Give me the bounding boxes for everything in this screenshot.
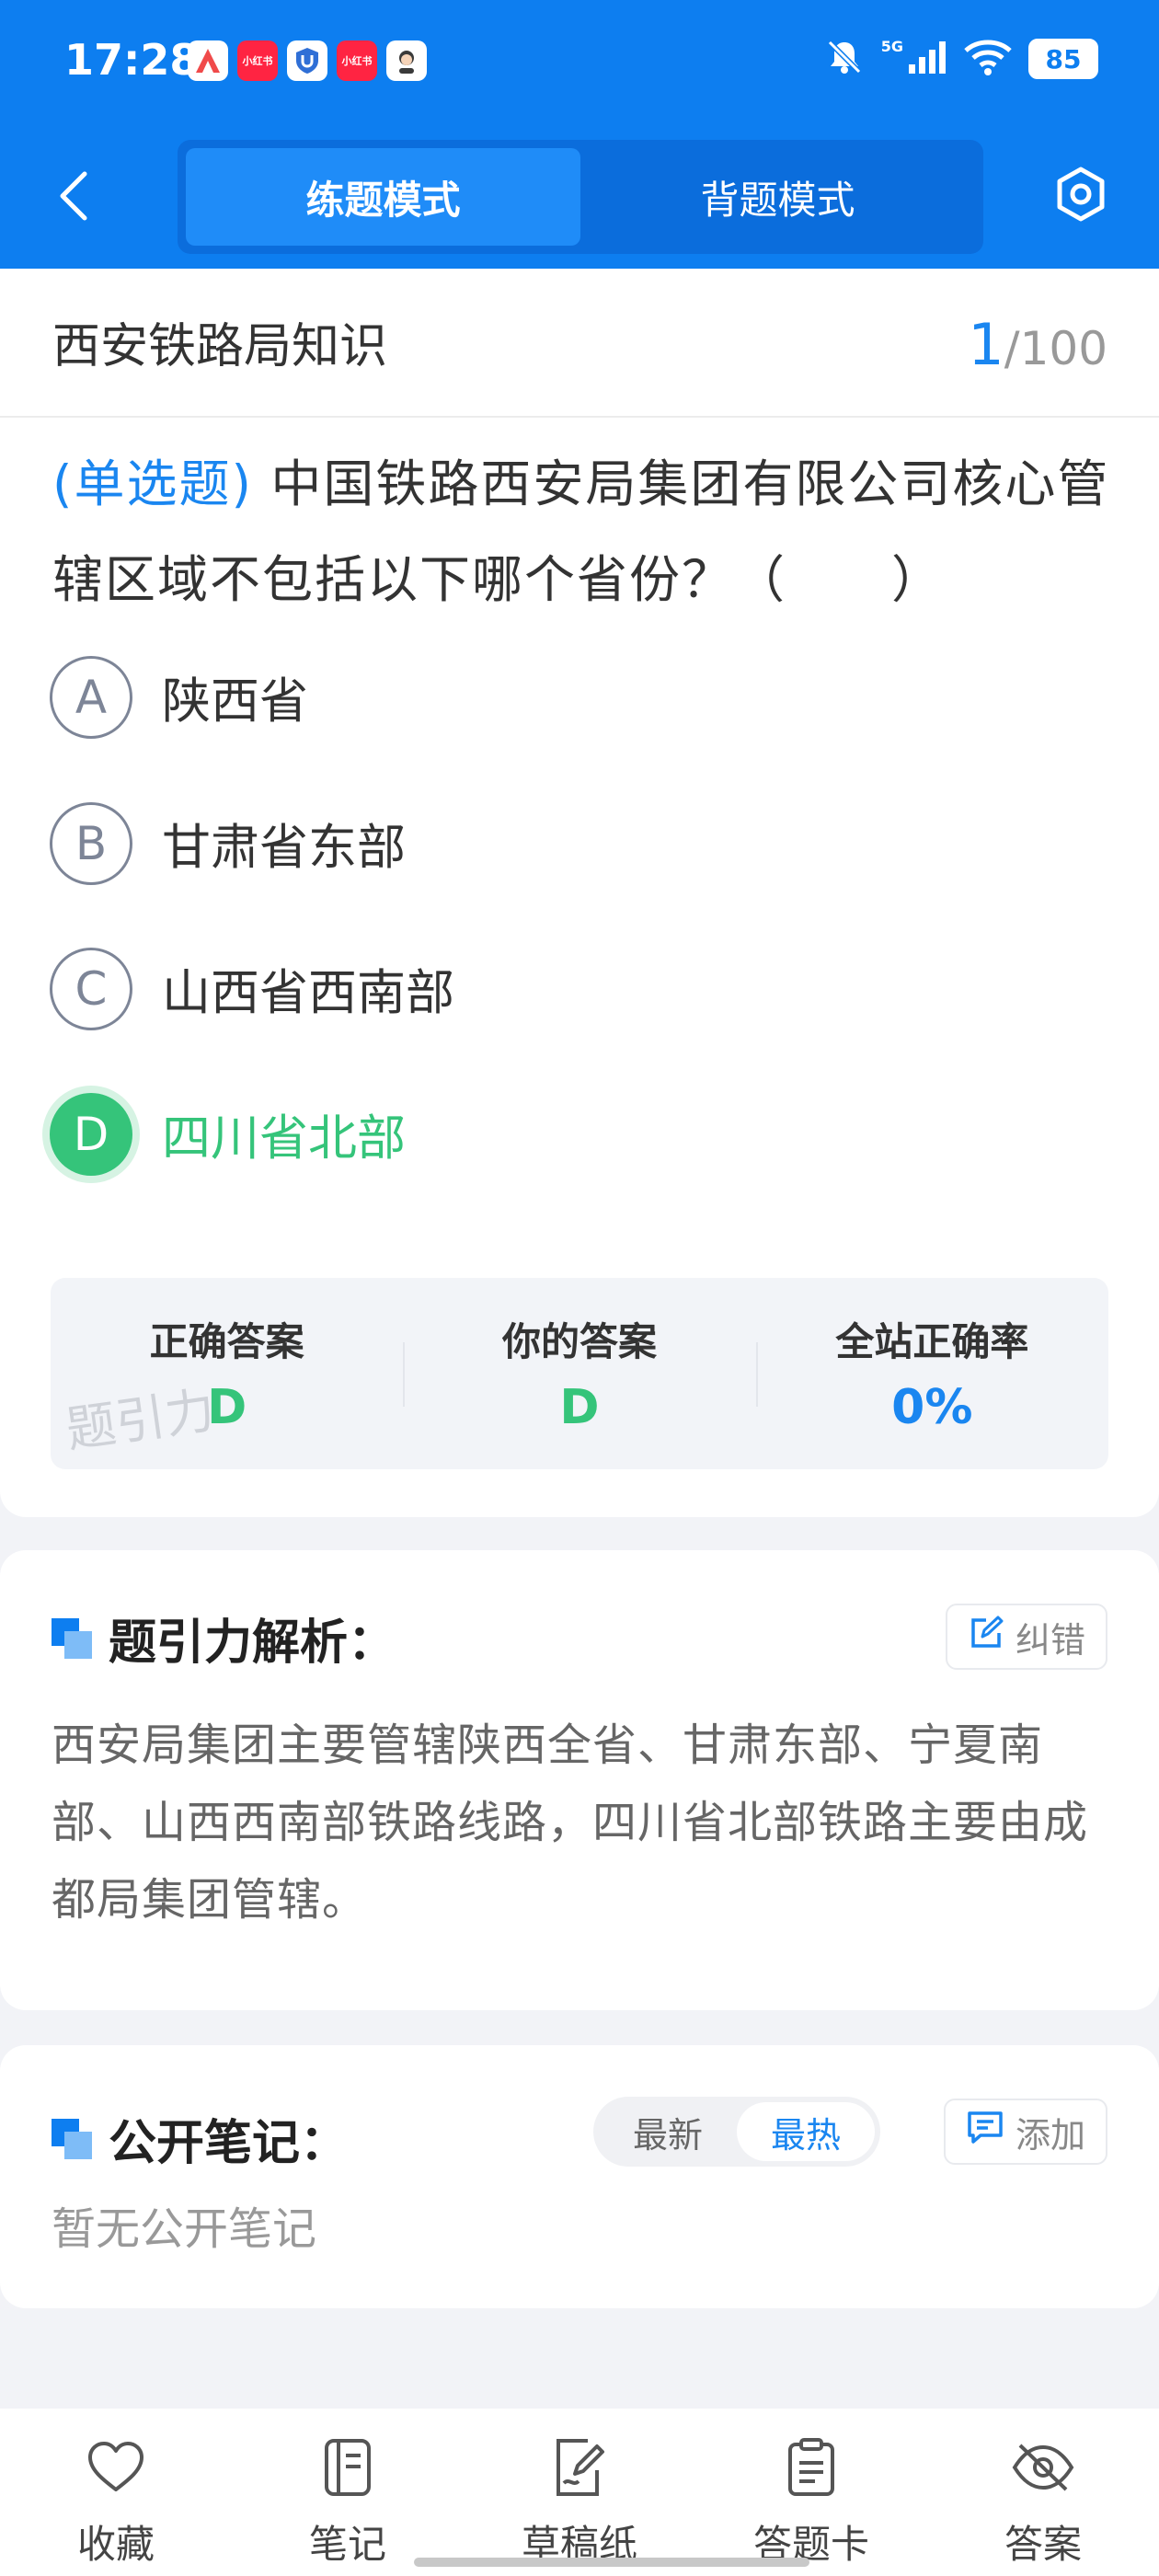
your-answer-col: 你的答案 D bbox=[403, 1278, 755, 1469]
avatar-app-icon bbox=[386, 40, 427, 81]
signal-icon bbox=[907, 39, 947, 79]
question-bank-title: 西安铁路局知识 bbox=[52, 319, 388, 374]
sort-hottest[interactable]: 最热 bbox=[737, 2102, 875, 2161]
option-letter: D bbox=[50, 1093, 132, 1176]
notes-sort-toggle: 最新 最热 bbox=[593, 2097, 880, 2167]
analysis-title: 题引力解析： bbox=[109, 1616, 396, 1671]
analysis-text: 西安局集团主要管辖陕西全省、甘肃东部、宁夏南部、山西西南部铁路线路，四川省北部铁… bbox=[52, 1719, 1089, 1926]
accuracy-label: 全站正确率 bbox=[835, 1319, 1029, 1364]
top-bar: 17:28 小红书 小红书 5G 85 练题模式 背题模式 bbox=[0, 0, 1159, 269]
sort-latest[interactable]: 最新 bbox=[599, 2102, 737, 2161]
question-progress: 1/100 bbox=[968, 311, 1107, 378]
analysis-header: 题引力解析： bbox=[52, 1604, 396, 1673]
shield-u-icon bbox=[287, 40, 327, 81]
option-letter: C bbox=[50, 948, 132, 1030]
nav-label: 答案 bbox=[1004, 2522, 1082, 2567]
nav-favorite[interactable]: 收藏 bbox=[0, 2409, 232, 2576]
home-indicator bbox=[414, 2558, 809, 2567]
option-text: 甘肃省东部 bbox=[162, 820, 406, 876]
bottom-nav: 收藏 笔记 草稿纸 答题卡 答案 bbox=[0, 2409, 1159, 2576]
nav-notes[interactable]: 笔记 bbox=[232, 2409, 464, 2576]
answer-summary: 正确答案 D 题引力 你的答案 D 全站正确率 0% bbox=[51, 1278, 1108, 1469]
report-error-button[interactable]: 纠错 bbox=[945, 1604, 1107, 1670]
correct-answer-col: 正确答案 D 题引力 bbox=[51, 1278, 403, 1469]
empty-notes-text: 暂无公开笔记 bbox=[52, 2203, 317, 2255]
wifi-icon bbox=[964, 39, 1012, 79]
correct-answer-label: 正确答案 bbox=[149, 1319, 304, 1364]
mute-icon bbox=[824, 37, 865, 81]
analysis-card: 题引力解析： 纠错 西安局集团主要管辖陕西全省、甘肃东部、宁夏南部、山西西南部铁… bbox=[0, 1550, 1159, 2010]
divider bbox=[0, 416, 1159, 418]
eye-off-icon bbox=[1010, 2434, 1076, 2501]
option-c[interactable]: C 山西省西南部 bbox=[50, 948, 454, 1030]
nav-label: 收藏 bbox=[76, 2522, 155, 2567]
option-text: 山西省西南部 bbox=[162, 965, 454, 1021]
accuracy-value: 0% bbox=[891, 1380, 973, 1435]
total-questions: /100 bbox=[1004, 322, 1107, 375]
answer-sheet-icon bbox=[778, 2434, 844, 2501]
status-time: 17:28 bbox=[64, 35, 200, 85]
nav-label: 笔记 bbox=[308, 2522, 386, 2567]
question-text: (单选题) 中国铁路西安局集团有限公司核心管辖区域不包括以下哪个省份？（ ） bbox=[52, 436, 1110, 627]
comment-icon bbox=[966, 2110, 1004, 2155]
notebook-icon bbox=[315, 2434, 381, 2501]
option-a[interactable]: A 陕西省 bbox=[50, 656, 308, 739]
heart-icon bbox=[83, 2434, 149, 2501]
gear-icon bbox=[1051, 165, 1110, 227]
option-text: 四川省北部 bbox=[162, 1110, 406, 1167]
accuracy-col: 全站正确率 0% bbox=[755, 1278, 1108, 1469]
tab-memorize-mode[interactable]: 背题模式 bbox=[580, 148, 975, 246]
your-answer-label: 你的答案 bbox=[501, 1319, 657, 1364]
network-type: 5G bbox=[880, 37, 903, 55]
status-right: 5G 85 bbox=[824, 37, 1098, 81]
back-button[interactable] bbox=[46, 166, 101, 230]
report-error-label: 纠错 bbox=[1015, 1619, 1085, 1661]
chevron-left-icon bbox=[57, 170, 90, 225]
add-note-button[interactable]: 添加 bbox=[943, 2099, 1107, 2165]
question-card: 西安铁路局知识 1/100 (单选题) 中国铁路西安局集团有限公司核心管辖区域不… bbox=[0, 269, 1159, 1517]
option-letter: A bbox=[50, 656, 132, 739]
settings-button[interactable] bbox=[1049, 164, 1113, 228]
current-question-number: 1 bbox=[968, 311, 1004, 378]
battery-indicator: 85 bbox=[1028, 39, 1098, 79]
notification-app-icons: 小红书 小红书 bbox=[188, 40, 427, 81]
add-note-label: 添加 bbox=[1015, 2114, 1085, 2156]
nav-draft[interactable]: 草稿纸 bbox=[464, 2409, 695, 2576]
question-type: (单选题) bbox=[52, 454, 253, 513]
section-square-icon bbox=[52, 1617, 92, 1659]
option-text: 陕西省 bbox=[162, 673, 308, 730]
nav-answer[interactable]: 答案 bbox=[927, 2409, 1159, 2576]
notes-title: 公开笔记： bbox=[109, 2116, 349, 2171]
draft-pen-icon bbox=[546, 2434, 613, 2501]
xiaohongshu-icon: 小红书 bbox=[237, 40, 278, 81]
xiaohongshu-icon-2: 小红书 bbox=[337, 40, 377, 81]
your-answer-value: D bbox=[559, 1380, 600, 1435]
nav-answer-sheet[interactable]: 答题卡 bbox=[695, 2409, 927, 2576]
option-letter: B bbox=[50, 802, 132, 885]
notes-card: 公开笔记： 最新 最热 添加 暂无公开笔记 bbox=[0, 2045, 1159, 2308]
app-a-icon bbox=[188, 40, 228, 81]
tab-practice-mode[interactable]: 练题模式 bbox=[186, 148, 580, 246]
option-b[interactable]: B 甘肃省东部 bbox=[50, 802, 406, 885]
edit-icon bbox=[968, 1615, 1004, 1660]
notes-header: 公开笔记： bbox=[52, 2104, 348, 2173]
option-d[interactable]: D 四川省北部 bbox=[50, 1093, 406, 1176]
status-bar: 17:28 小红书 小红书 5G 85 bbox=[0, 0, 1159, 129]
section-square-icon bbox=[52, 2118, 92, 2159]
mode-switch: 练题模式 背题模式 bbox=[178, 140, 983, 254]
